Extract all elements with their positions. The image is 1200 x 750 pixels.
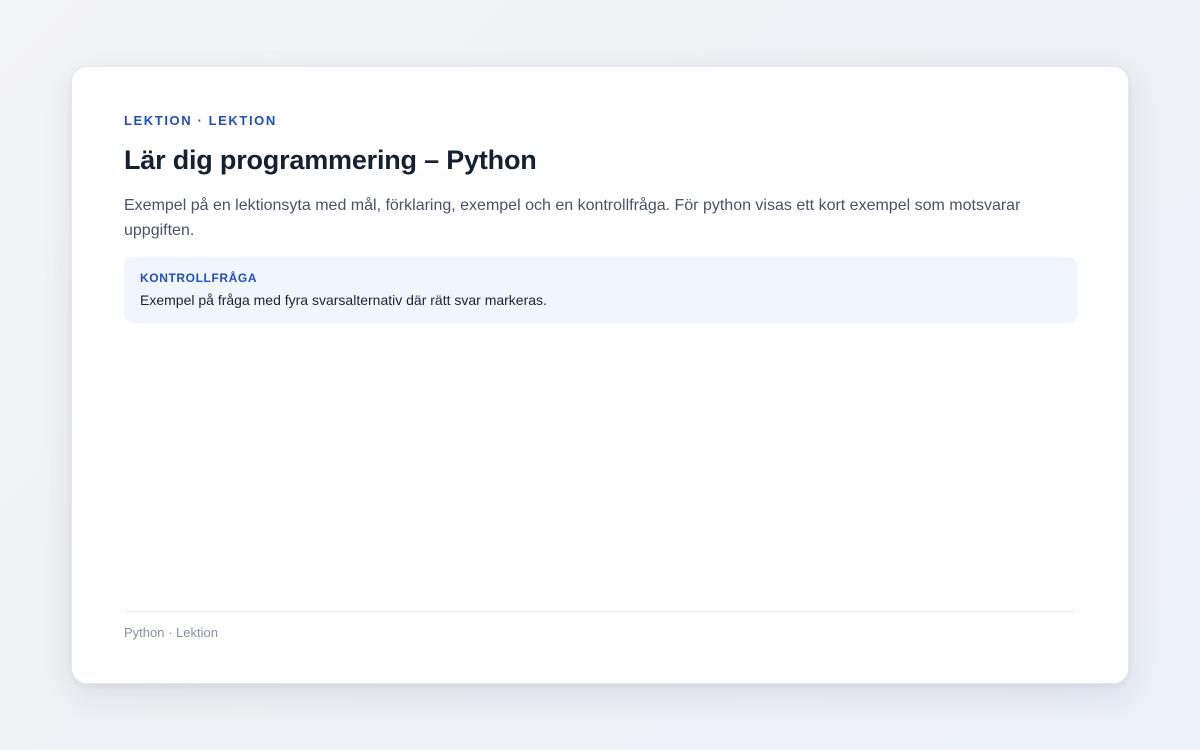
lesson-description: Exempel på en lektionsyta med mål, förkl… (124, 197, 1021, 239)
page-title: Lär dig programmering – Python (124, 145, 537, 175)
quiz-heading: KONTROLLFRÅGA (140, 271, 258, 285)
card-footer: Python · Lektion (124, 611, 1076, 642)
footer-text: Python · Lektion (124, 625, 218, 640)
lesson-card: LEKTION · LEKTION Lär dig programmering … (71, 66, 1129, 684)
lesson-eyebrow: LEKTION · LEKTION (124, 113, 277, 128)
quiz-text: Exempel på fråga med fyra svarsalternati… (140, 292, 547, 308)
lesson-content: LEKTION · LEKTION Lär dig programmering … (124, 111, 1078, 323)
quiz-box: KONTROLLFRÅGA Exempel på fråga med fyra … (124, 257, 1078, 323)
